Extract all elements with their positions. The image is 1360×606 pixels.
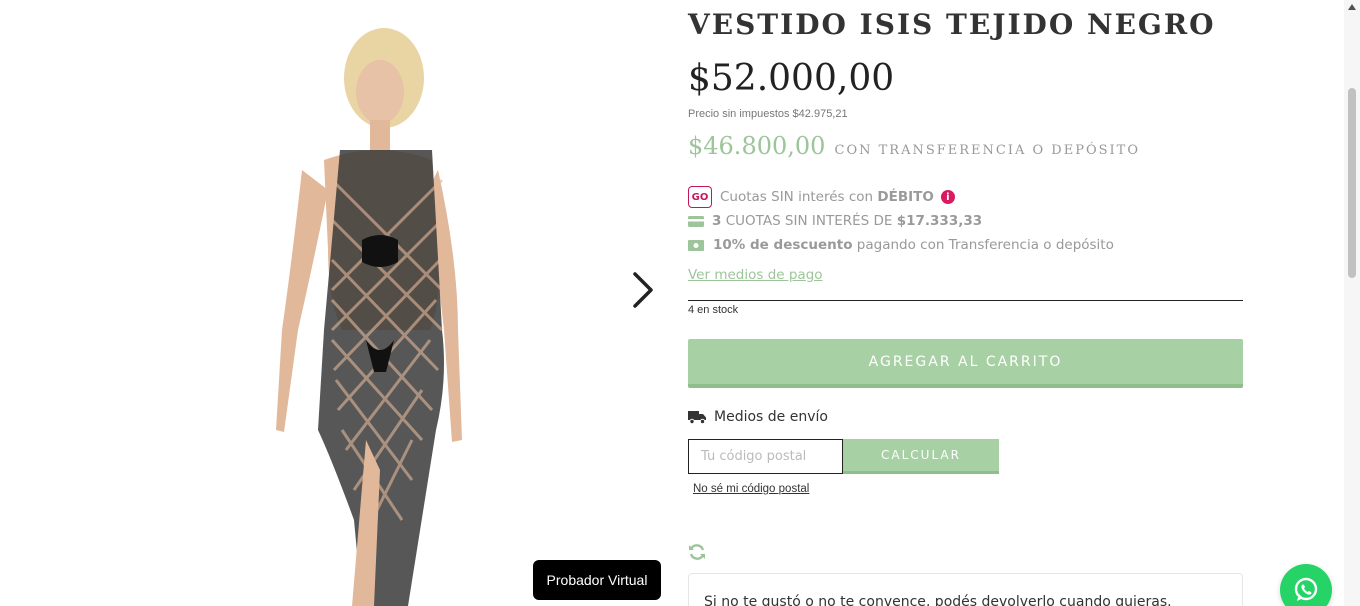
go-badge-icon: GO [688, 186, 712, 208]
whatsapp-icon [1294, 577, 1318, 601]
product-gallery: Probador Virtual [0, 0, 670, 606]
debit-installments-row: GO Cuotas SIN interés con DÉBITO i [688, 186, 955, 208]
shipping-label-text: Medios de envío [714, 409, 828, 425]
product-photo [276, 28, 462, 606]
shipping-methods-label: Medios de envío [688, 409, 828, 425]
truck-icon [688, 411, 706, 424]
installments-amount: $17.333,33 [896, 213, 983, 229]
chevron-right-icon[interactable] [626, 268, 660, 312]
add-to-cart-button[interactable]: AGREGAR AL CARRITO [688, 339, 1243, 388]
installments-count: 3 [712, 213, 722, 229]
discount-bold: 10% de descuento [713, 237, 853, 253]
product-title: VESTIDO ISIS TEJIDO NEGRO [688, 8, 1216, 41]
whatsapp-button[interactable] [1280, 564, 1332, 606]
discount-row: 10% de descuento pagando con Transferenc… [688, 237, 1114, 253]
return-policy-text: Si no te gustó o no te convence, podés d… [704, 594, 1172, 606]
price-without-tax: Precio sin impuestos $42.975,21 [688, 108, 848, 120]
refresh-icon [689, 544, 705, 560]
calculate-shipping-button[interactable]: CALCULAR [843, 439, 999, 474]
return-policy-box: Si no te gustó o no te convence, podés d… [688, 573, 1243, 606]
credit-card-icon [688, 215, 704, 227]
virtual-fitting-button[interactable]: Probador Virtual [533, 560, 661, 600]
discount-text: pagando con Transferencia o depósito [856, 237, 1114, 253]
product-price: $52.000,00 [688, 58, 895, 99]
cash-icon [688, 239, 704, 251]
promo-price: $46.800,00 [688, 132, 826, 160]
debit-bold: DÉBITO [877, 189, 934, 205]
scrollbar-thumb[interactable] [1348, 88, 1356, 278]
installments-row: 3 CUOTAS SIN INTERÉS DE $17.333,33 [688, 213, 982, 229]
stock-status: 4 en stock [688, 304, 739, 316]
info-icon[interactable]: i [940, 190, 955, 204]
promo-price-label: CON TRANSFERENCIA O DEPÓSITO [834, 143, 1140, 158]
promo-price-row: $46.800,00 CON TRANSFERENCIA O DEPÓSITO [688, 132, 1140, 160]
debit-text: Cuotas SIN interés con [720, 189, 874, 205]
scroll-up-icon[interactable] [1348, 4, 1356, 10]
divider [688, 300, 1243, 301]
installments-text: CUOTAS SIN INTERÉS DE [725, 213, 893, 229]
payment-methods-link[interactable]: Ver medios de pago [688, 267, 823, 283]
postal-code-input[interactable] [688, 439, 843, 474]
unknown-postal-code-link[interactable]: No sé mi código postal [693, 483, 809, 495]
